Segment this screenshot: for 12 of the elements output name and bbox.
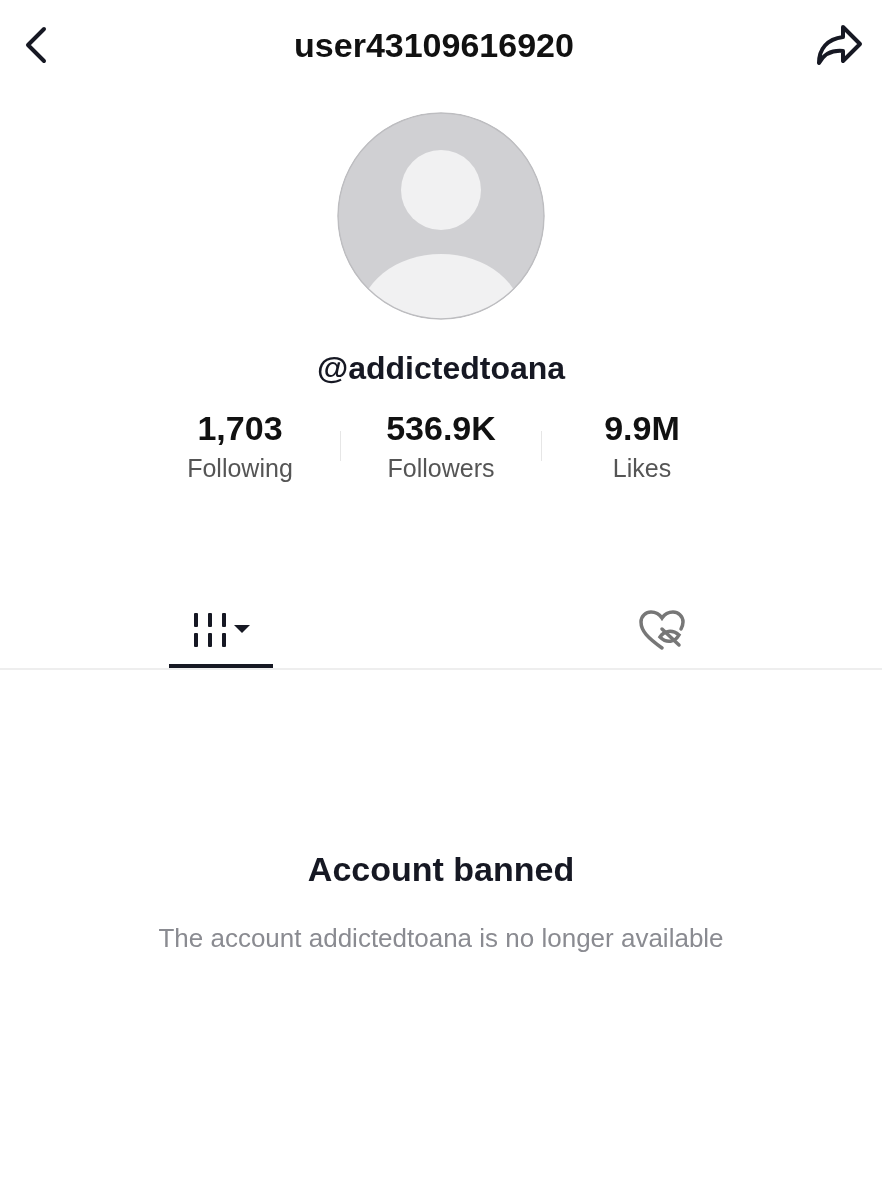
stat-label: Following bbox=[187, 454, 293, 483]
notice-title: Account banned bbox=[307, 850, 575, 889]
stat-value: 536.9K bbox=[386, 409, 496, 448]
profile-title: user43109616920 bbox=[294, 25, 574, 65]
hidden-heart-icon bbox=[637, 610, 686, 652]
stat-label: Followers bbox=[387, 454, 495, 483]
stat-label: Likes bbox=[612, 454, 672, 483]
username: @addictedtoana bbox=[316, 350, 566, 386]
share-icon[interactable] bbox=[814, 23, 864, 67]
stat-value: 9.9M bbox=[604, 409, 680, 448]
notice-message: The account addictedtoana is no longer available bbox=[158, 923, 724, 954]
stat-value: 1,703 bbox=[197, 409, 283, 448]
